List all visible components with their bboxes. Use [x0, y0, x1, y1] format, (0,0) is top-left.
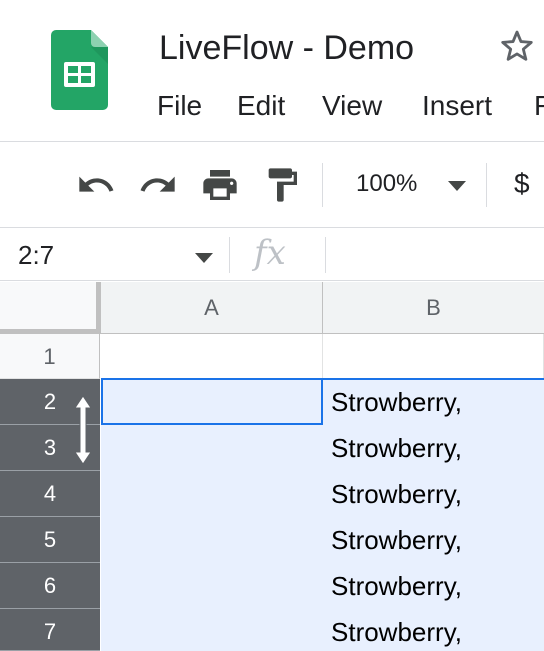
toolbar-separator: [322, 163, 323, 207]
cell-b2[interactable]: Strowberry,: [323, 379, 544, 425]
menu-file[interactable]: File: [157, 88, 202, 124]
column-header-a[interactable]: A: [101, 282, 323, 334]
title-area: LiveFlow - Demo File Edit View Insert F: [0, 0, 544, 142]
chevron-down-icon[interactable]: [446, 179, 468, 193]
formula-bar-separator: [325, 237, 326, 273]
cell-a5[interactable]: [101, 517, 323, 563]
formula-bar: 2:7 fx: [0, 229, 544, 281]
zoom-select[interactable]: 100%: [356, 167, 417, 201]
row-header-1[interactable]: 1: [0, 334, 100, 379]
cell-a6[interactable]: [101, 563, 323, 609]
row-resize-cursor-icon: [74, 395, 92, 465]
document-title[interactable]: LiveFlow - Demo: [159, 28, 414, 68]
menu-edit[interactable]: Edit: [237, 88, 285, 124]
cell-a4[interactable]: [101, 471, 323, 517]
row-header-4[interactable]: 4: [0, 471, 100, 517]
selection-outline: [101, 378, 544, 380]
column-header-b[interactable]: B: [323, 282, 544, 334]
toolbar: 100% $: [0, 143, 544, 228]
formula-bar-separator: [229, 237, 230, 273]
row-header-5[interactable]: 5: [0, 517, 100, 563]
cell-b7[interactable]: Strowberry,: [323, 609, 544, 651]
menu-view[interactable]: View: [322, 88, 382, 124]
cell-b3[interactable]: Strowberry,: [323, 425, 544, 471]
paint-format-icon[interactable]: [262, 165, 302, 205]
star-icon[interactable]: [498, 26, 536, 66]
row-header-7[interactable]: 7: [0, 609, 100, 651]
fx-icon: fx: [254, 233, 286, 273]
format-currency-button[interactable]: $: [514, 165, 530, 203]
undo-icon[interactable]: [76, 165, 116, 205]
redo-icon[interactable]: [138, 165, 178, 205]
cell-a1[interactable]: [101, 334, 323, 379]
spreadsheet-grid: A B 1 2 Strowberry, 3 Strowberry, 4 Stro…: [0, 282, 544, 651]
select-all-corner[interactable]: [0, 282, 101, 334]
menu-insert[interactable]: Insert: [422, 88, 492, 124]
menu-format[interactable]: F: [534, 88, 544, 124]
cell-b4[interactable]: Strowberry,: [323, 471, 544, 517]
google-sheets-logo-icon[interactable]: [51, 30, 108, 110]
print-icon[interactable]: [200, 165, 240, 205]
toolbar-separator: [486, 163, 487, 207]
cell-a7[interactable]: [101, 609, 323, 651]
cell-b6[interactable]: Strowberry,: [323, 563, 544, 609]
cell-b1[interactable]: [323, 334, 544, 379]
cell-b5[interactable]: Strowberry,: [323, 517, 544, 563]
cell-a3[interactable]: [101, 425, 323, 471]
cell-a2[interactable]: [101, 379, 323, 425]
chevron-down-icon[interactable]: [193, 251, 215, 265]
row-header-6[interactable]: 6: [0, 563, 100, 609]
name-box[interactable]: 2:7: [18, 237, 54, 273]
